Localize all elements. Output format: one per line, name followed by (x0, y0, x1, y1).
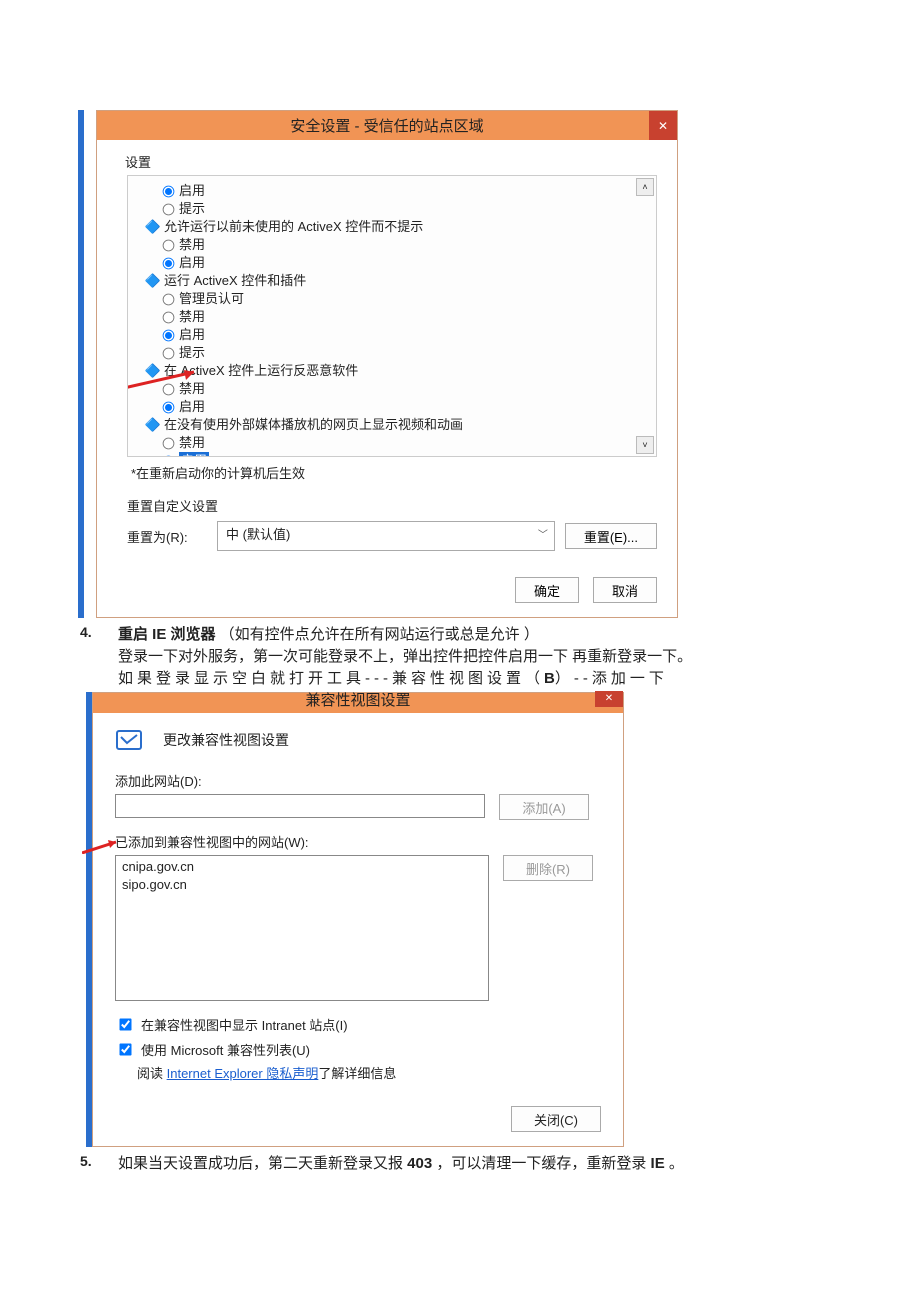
step-text: 登录一下对外服务，第一次可能登录不上，弹出控件把控件启用一下 再重新登录一下。 (118, 646, 840, 668)
radio-admin[interactable]: 管理员认可 (162, 290, 646, 308)
security-dialog-wrapper: 安全设置 - 受信任的站点区域 ✕ 设置 ˄ ˅ 启用 提示 🔷允许运行以前未使… (84, 110, 840, 618)
added-sites-label: 已添加到兼容性视图中的网站(W): (115, 832, 601, 851)
activex-icon: 🔷 (146, 274, 160, 288)
close-icon[interactable]: ✕ (649, 111, 677, 140)
activex-icon: 🔷 (146, 364, 160, 378)
dialog-titlebar: 安全设置 - 受信任的站点区域 ✕ (97, 111, 677, 140)
list-item[interactable]: cnipa.gov.cn (122, 858, 482, 876)
radio-prompt[interactable]: 提示 (162, 200, 646, 218)
radio-enable[interactable]: 启用 (162, 398, 646, 416)
reset-button[interactable]: 重置(E)... (565, 523, 657, 549)
radio-enable[interactable]: 启用 (162, 254, 646, 272)
intranet-checkbox[interactable] (119, 1018, 131, 1030)
compat-heading: 更改兼容性视图设置 (163, 730, 289, 750)
reset-label: 重置为(R): (127, 527, 207, 546)
setting-heading: 🔷允许运行以前未使用的 ActiveX 控件而不提示 (146, 218, 646, 236)
radio-enable-highlighted[interactable]: 启用 (162, 452, 646, 457)
ms-list-checkbox[interactable] (119, 1043, 131, 1055)
reset-level-dropdown[interactable]: 中 (默认值) (217, 521, 555, 551)
radio-prompt[interactable]: 提示 (162, 344, 646, 362)
step-5: 5. 如果当天设置成功后，第二天重新登录又报 403 ，可以清理一下缓存，重新登… (80, 1153, 840, 1175)
radio-disable[interactable]: 禁用 (162, 380, 646, 398)
setting-heading: 🔷在没有使用外部媒体播放机的网页上显示视频和动画 (146, 416, 646, 434)
activex-icon: 🔷 (146, 418, 160, 432)
step-number: 4. (80, 624, 100, 690)
dialog-title: 兼容性视图设置 (305, 692, 410, 709)
cancel-button[interactable]: 取消 (593, 577, 657, 603)
delete-button[interactable]: 删除(R) (503, 855, 593, 881)
blue-side-strip (86, 692, 92, 1147)
security-settings-dialog: 安全设置 - 受信任的站点区域 ✕ 设置 ˄ ˅ 启用 提示 🔷允许运行以前未使… (96, 110, 678, 618)
ok-button[interactable]: 确定 (515, 577, 579, 603)
privacy-line: 阅读 Internet Explorer 隐私声明了解详细信息 (137, 1063, 601, 1082)
close-button[interactable]: 关闭(C) (511, 1106, 601, 1132)
intranet-checkbox-row[interactable]: 在兼容性视图中显示 Intranet 站点(I) (115, 1015, 601, 1034)
blue-side-strip (78, 110, 84, 618)
scroll-down-icon[interactable]: ˅ (636, 436, 654, 454)
dialog-titlebar: 兼容性视图设置 ✕ (93, 693, 623, 713)
add-button[interactable]: 添加(A) (499, 794, 589, 820)
close-icon[interactable]: ✕ (595, 691, 623, 707)
radio-disable[interactable]: 禁用 (162, 308, 646, 326)
reset-section-title: 重置自定义设置 (127, 496, 657, 515)
radio-enable[interactable]: 启用 (162, 326, 646, 344)
privacy-link[interactable]: Internet Explorer 隐私声明 (167, 1066, 319, 1081)
sites-listbox[interactable]: cnipa.gov.cn sipo.gov.cn (115, 855, 489, 1001)
step-text: 重启 IE 浏览器 （如有控件点允许在所有网站运行或总是允许 ） (118, 624, 840, 646)
add-site-input[interactable] (115, 794, 485, 818)
add-site-label: 添加此网站(D): (115, 771, 601, 790)
radio-enable[interactable]: 启用 (162, 182, 646, 200)
settings-listbox[interactable]: ˄ ˅ 启用 提示 🔷允许运行以前未使用的 ActiveX 控件而不提示 禁用 … (127, 175, 657, 457)
activex-icon: 🔷 (146, 220, 160, 234)
radio-disable[interactable]: 禁用 (162, 434, 646, 452)
step-text: 如果当天设置成功后，第二天重新登录又报 403 ，可以清理一下缓存，重新登录 I… (118, 1153, 840, 1175)
scroll-up-icon[interactable]: ˄ (636, 178, 654, 196)
radio-disable[interactable]: 禁用 (162, 236, 646, 254)
compat-dialog-wrapper: 兼容性视图设置 ✕ 更改兼容性视图设置 添加此网站(D): 添加(A) 已添加到… (92, 692, 840, 1147)
list-item[interactable]: sipo.gov.cn (122, 876, 482, 894)
compat-view-dialog: 兼容性视图设置 ✕ 更改兼容性视图设置 添加此网站(D): 添加(A) 已添加到… (92, 692, 624, 1147)
step-text: 如果登录显示空白就打开工具---兼容性视图设置（B）--添加一下 (118, 668, 840, 690)
step-number: 5. (80, 1153, 100, 1175)
step-4: 4. 重启 IE 浏览器 （如有控件点允许在所有网站运行或总是允许 ） 登录一下… (80, 624, 840, 690)
dialog-title: 安全设置 - 受信任的站点区域 (290, 118, 483, 135)
setting-heading: 🔷在 ActiveX 控件上运行反恶意软件 (146, 362, 646, 380)
restart-note: *在重新启动你的计算机后生效 (131, 463, 657, 482)
page-icon (115, 727, 145, 753)
settings-label: 设置 (125, 152, 657, 171)
ms-list-checkbox-row[interactable]: 使用 Microsoft 兼容性列表(U) (115, 1040, 601, 1059)
setting-heading: 🔷运行 ActiveX 控件和插件 (146, 272, 646, 290)
